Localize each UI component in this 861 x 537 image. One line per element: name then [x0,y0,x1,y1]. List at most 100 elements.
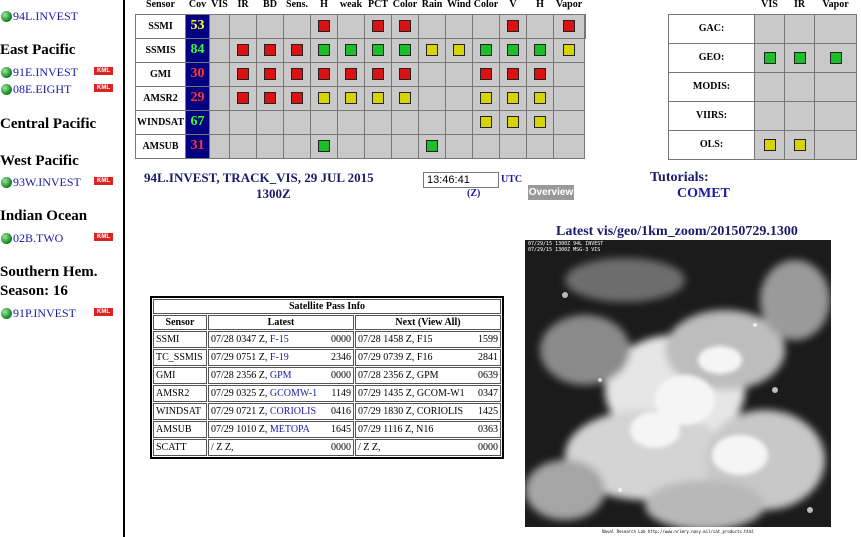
grid-cell[interactable] [337,37,365,63]
product-red-square[interactable] [291,44,303,57]
product-red-square[interactable] [507,20,519,33]
product-green-square[interactable] [763,51,776,64]
geo-cell[interactable] [784,42,815,73]
grid-cell[interactable] [418,133,446,159]
sensor-name[interactable]: AMSR2 [135,85,186,111]
overview-button[interactable]: Overview [528,185,574,200]
product-green-square[interactable] [345,44,357,57]
grid-cell[interactable] [364,85,392,111]
product-yellow-square[interactable] [507,116,519,129]
product-yellow-square[interactable] [534,92,546,105]
geo-cell[interactable] [814,42,857,73]
grid-cell[interactable] [283,85,311,111]
storm-link-91e[interactable]: 91E.INVEST KML [1,65,121,79]
grid-cell[interactable] [229,37,257,63]
grid-cell[interactable] [256,85,284,111]
product-yellow-square[interactable] [793,138,806,151]
grid-cell[interactable] [472,61,500,87]
geo-sensor-name[interactable]: OLS: [668,129,755,160]
grid-cell[interactable] [472,85,500,111]
sensor-name[interactable]: GMI [135,61,186,87]
sensor-name[interactable]: SSMIS [135,37,186,63]
product-yellow-square[interactable] [453,44,465,57]
grid-cell[interactable] [445,37,473,63]
product-green-square[interactable] [399,44,411,57]
product-yellow-square[interactable] [563,44,575,57]
sensor-name[interactable]: WINDSAT [135,109,186,135]
product-red-square[interactable] [237,44,249,57]
product-red-square[interactable] [237,68,249,81]
grid-cell[interactable] [256,61,284,87]
grid-cell[interactable] [391,37,419,63]
grid-cell[interactable] [310,13,338,39]
product-yellow-square[interactable] [507,92,519,105]
product-red-square[interactable] [399,68,411,81]
z-link[interactable]: (Z) [467,188,480,199]
kml-icon[interactable]: KML [94,308,113,316]
product-green-square[interactable] [793,51,806,64]
geo-sensor-name[interactable]: GAC: [668,13,755,44]
pass-col-next[interactable]: Next (View All) [355,315,501,330]
grid-cell[interactable] [310,61,338,87]
time-input[interactable]: 13:46:41 [423,172,499,188]
product-red-square[interactable] [264,92,276,105]
grid-cell[interactable] [526,37,554,63]
grid-cell[interactable] [526,61,554,87]
product-yellow-square[interactable] [426,44,438,57]
product-green-square[interactable] [426,140,438,153]
grid-cell[interactable] [472,37,500,63]
storm-link-93w[interactable]: 93W.INVEST KML [1,175,121,189]
grid-cell[interactable] [499,85,527,111]
grid-cell[interactable] [526,109,554,135]
storm-link-label[interactable]: 93W.INVEST [13,175,81,190]
storm-link-94l[interactable]: 94L.INVEST [1,9,121,23]
pass-latest-sat[interactable]: METOPA [270,424,310,435]
product-red-square[interactable] [372,20,384,33]
product-red-square[interactable] [318,20,330,33]
product-green-square[interactable] [829,51,842,64]
product-red-square[interactable] [399,20,411,33]
product-yellow-square[interactable] [763,138,776,151]
product-green-square[interactable] [318,44,330,57]
geo-cell[interactable] [754,42,785,73]
product-red-square[interactable] [480,68,492,81]
grid-cell[interactable] [256,37,284,63]
product-green-square[interactable] [507,44,519,57]
storm-link-label[interactable]: 91P.INVEST [13,306,76,321]
pass-latest-sat[interactable]: GPM [270,370,292,381]
grid-cell[interactable] [364,37,392,63]
product-yellow-square[interactable] [399,92,411,105]
pass-latest-sat[interactable]: CORIOLIS [270,406,316,417]
sensor-name[interactable]: AMSUB [135,133,186,159]
grid-cell[interactable] [526,85,554,111]
storm-link-label[interactable]: 08E.EIGHT [13,82,71,97]
grid-cell[interactable] [364,61,392,87]
grid-cell[interactable] [553,37,585,63]
storm-link-02b[interactable]: 02B.TWO KML [1,231,121,245]
sensor-name[interactable]: SSMI [135,13,186,39]
grid-cell[interactable] [391,85,419,111]
product-red-square[interactable] [563,20,575,33]
comet-link[interactable]: COMET [677,186,730,202]
grid-cell[interactable] [391,13,419,39]
grid-cell[interactable] [283,37,311,63]
product-red-square[interactable] [345,68,357,81]
kml-icon[interactable]: KML [94,84,113,92]
storm-link-91p[interactable]: 91P.INVEST KML [1,306,121,320]
grid-cell[interactable] [310,85,338,111]
grid-cell[interactable] [337,85,365,111]
product-red-square[interactable] [318,68,330,81]
product-yellow-square[interactable] [480,92,492,105]
product-red-square[interactable] [237,92,249,105]
grid-cell[interactable] [499,61,527,87]
product-yellow-square[interactable] [318,92,330,105]
geo-sensor-name[interactable]: MODIS: [668,71,755,102]
grid-cell[interactable] [310,37,338,63]
pass-latest-sat[interactable]: GCOMW-1 [270,388,317,399]
grid-cell[interactable] [553,13,585,39]
pass-latest-sat[interactable]: F-15 [270,334,289,345]
product-green-square[interactable] [480,44,492,57]
product-green-square[interactable] [534,44,546,57]
product-red-square[interactable] [291,92,303,105]
grid-cell[interactable] [337,61,365,87]
